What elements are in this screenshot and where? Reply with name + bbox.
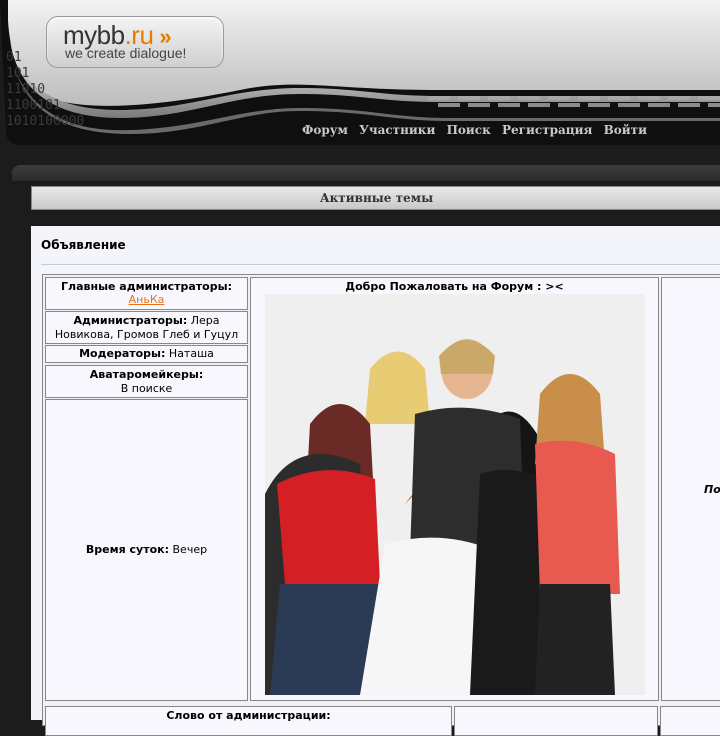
right-info-cell: По bbox=[661, 277, 720, 701]
admins-cell: Администраторы: Лера Новикова, Громов Гл… bbox=[45, 311, 248, 344]
avatar-makers-label: Аватаромейкеры: bbox=[89, 368, 204, 381]
head-admins-link[interactable]: АньКа bbox=[46, 293, 247, 306]
logo-tagline: we create dialogue! bbox=[65, 45, 187, 61]
bottom-right-cell bbox=[660, 706, 720, 736]
time-value: Вечер bbox=[172, 543, 208, 556]
announcement-title: Объявление bbox=[41, 238, 126, 252]
group-photo-image bbox=[265, 294, 645, 695]
divider bbox=[41, 264, 720, 265]
nav-forum[interactable]: Форум bbox=[302, 123, 348, 137]
nav-search[interactable]: Поиск bbox=[447, 123, 491, 137]
time-of-day-cell: Время суток: Вечер bbox=[45, 399, 248, 701]
bottom-middle-cell bbox=[454, 706, 658, 736]
group-photo bbox=[265, 294, 645, 695]
admin-word-cell: Слово от администрации: bbox=[45, 706, 452, 736]
head-admins-label: Главные администраторы: bbox=[61, 280, 232, 293]
nav-login[interactable]: Войти bbox=[604, 123, 647, 137]
time-label: Время суток: bbox=[85, 543, 169, 556]
site-header: 01 101 11010 1100101 1010100000 mybb.ru»… bbox=[0, 0, 720, 160]
moderators-cell: Модераторы: Наташа bbox=[45, 345, 248, 363]
avatar-makers-value: В поиске bbox=[120, 382, 173, 395]
admin-word-label: Слово от администрации: bbox=[166, 709, 331, 722]
avatar-makers-cell: Аватаромейкеры: В поиске bbox=[45, 365, 248, 398]
site-logo[interactable]: mybb.ru» we create dialogue! bbox=[46, 16, 224, 68]
main-nav: Форум Участники Поиск Регистрация Войти bbox=[302, 123, 654, 137]
moderators-value: Наташа bbox=[168, 347, 214, 360]
welcome-text: Добро Пожаловать на Форум : >< bbox=[345, 280, 564, 293]
header-dash-decoration bbox=[428, 96, 720, 110]
head-admins-cell: Главные администраторы: АньКа bbox=[45, 277, 248, 310]
right-partial-text: По bbox=[704, 483, 720, 496]
admins-label: Администраторы: bbox=[73, 314, 188, 327]
nav-members[interactable]: Участники bbox=[359, 123, 435, 137]
active-topics-link[interactable]: Активные темы bbox=[31, 186, 720, 210]
content-top-bar bbox=[12, 165, 720, 181]
moderators-label: Модераторы: bbox=[79, 347, 166, 360]
nav-register[interactable]: Регистрация bbox=[502, 123, 592, 137]
